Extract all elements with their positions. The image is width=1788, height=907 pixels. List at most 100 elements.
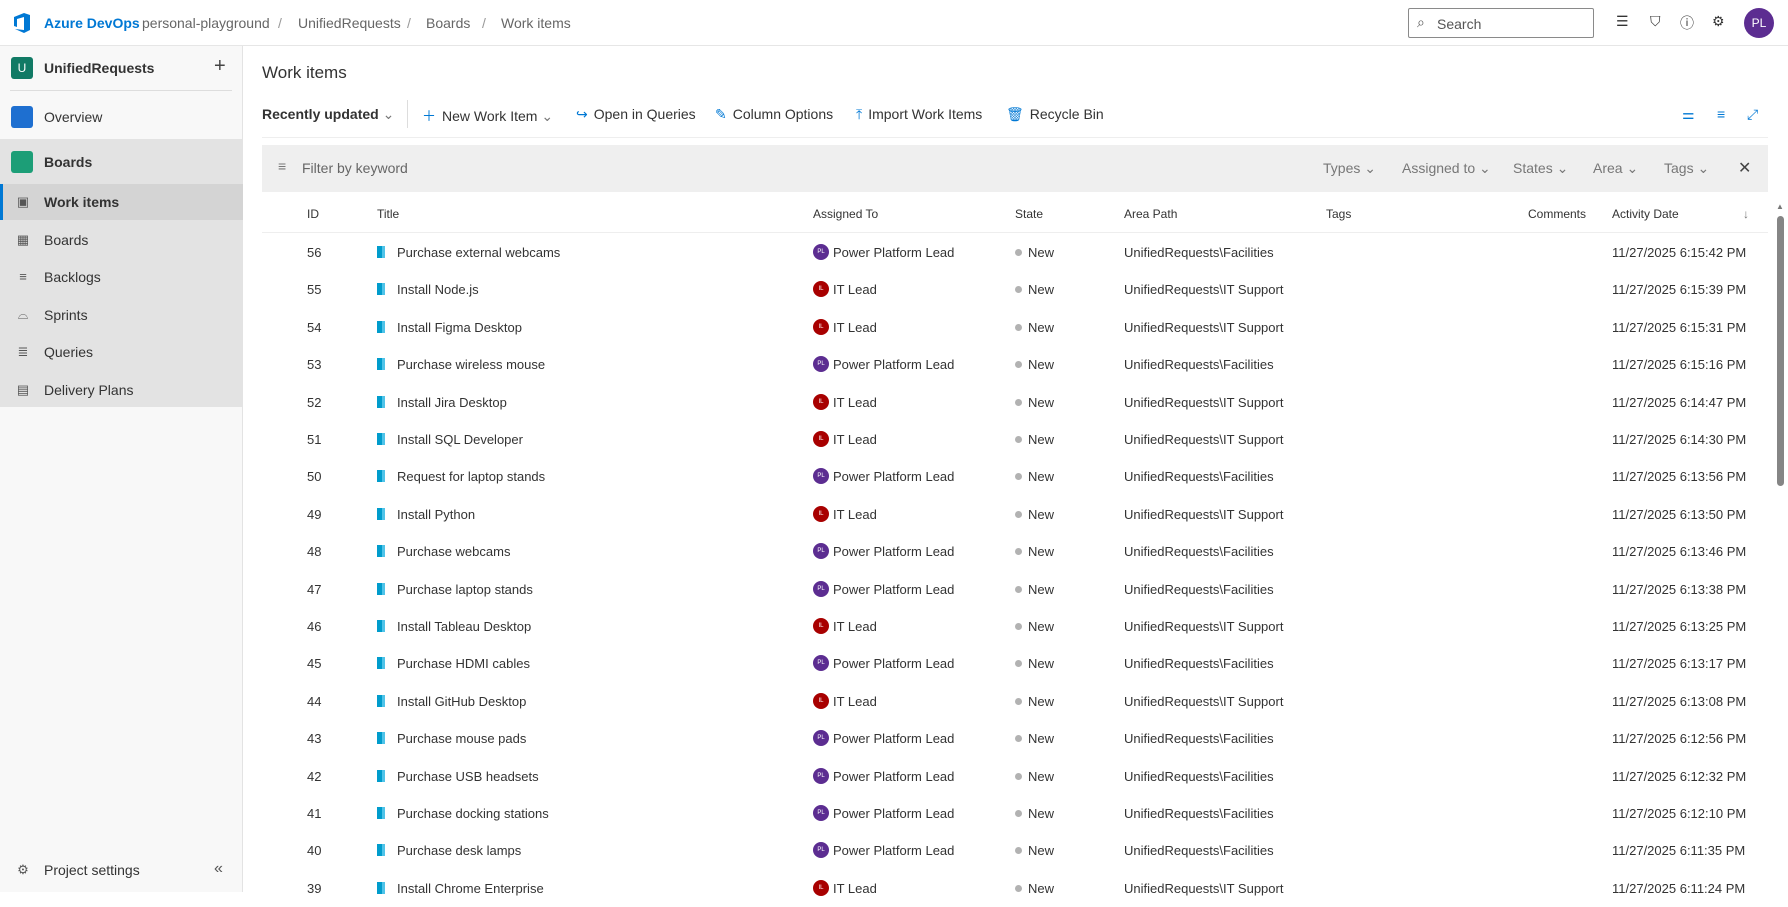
- view-selector[interactable]: Recently updated ⌄: [262, 106, 394, 123]
- cell-state: New: [1028, 394, 1055, 410]
- cell-title[interactable]: Purchase USB headsets: [397, 769, 539, 784]
- nav-label: Sprints: [44, 307, 88, 323]
- cell-title[interactable]: Install Tableau Desktop: [397, 619, 531, 634]
- table-row[interactable]: 42 Purchase USB headsets PL Power Platform …: [262, 758, 1768, 795]
- sidebar-item-queries[interactable]: ≣ Queries: [0, 334, 243, 370]
- cell-activity-date: 11/27/2025 6:11:24 PM: [1612, 880, 1746, 896]
- breadcrumb-work-items[interactable]: Work items: [501, 15, 571, 31]
- cell-title[interactable]: Install Chrome Enterprise: [397, 881, 544, 896]
- table-row[interactable]: 54 Install Figma Desktop IL IT Lead New Unifi…: [262, 309, 1768, 346]
- column-header-assigned-to[interactable]: Assigned To: [813, 207, 878, 221]
- table-row[interactable]: 43 Purchase mouse pads PL Power Platform Le…: [262, 720, 1768, 757]
- table-row[interactable]: 40 Purchase desk lamps PL Power Platform Le…: [262, 832, 1768, 869]
- sidebar-item-overview[interactable]: Overview: [0, 99, 243, 135]
- breadcrumb-boards[interactable]: Boards: [426, 15, 470, 31]
- table-row[interactable]: 41 Purchase docking stations PL Power Platf…: [262, 795, 1768, 832]
- sidebar-item-sprints[interactable]: ⌓ Sprints: [0, 297, 243, 333]
- fullscreen-icon[interactable]: ⤢: [1747, 106, 1758, 123]
- recycle-bin-button[interactable]: 🗑 Recycle Bin: [1006, 106, 1104, 123]
- table-row[interactable]: 44 Install GitHub Desktop IL IT Lead New Unif…: [262, 683, 1768, 720]
- cell-title[interactable]: Request for laptop stands: [397, 469, 545, 484]
- breadcrumb-org[interactable]: personal-playground: [142, 15, 270, 31]
- assignee-avatar: PL: [813, 805, 829, 821]
- cell-state: New: [1028, 544, 1055, 560]
- table-row[interactable]: 51 Install SQL Developer IL IT Lead New Unifi…: [262, 421, 1768, 458]
- table-row[interactable]: 39 Install Chrome Enterprise IL IT Lead New U…: [262, 870, 1768, 907]
- view-options-icon[interactable]: ⚌: [1682, 106, 1695, 123]
- types-dropdown[interactable]: Types ⌄: [1323, 160, 1376, 177]
- cell-title[interactable]: Install Jira Desktop: [397, 395, 507, 410]
- project-name[interactable]: UnifiedRequests: [44, 60, 154, 76]
- sidebar-item-work-items[interactable]: ▣ Work items: [0, 184, 243, 220]
- table-row[interactable]: 46 Install Tableau Desktop IL IT Lead New Uni…: [262, 608, 1768, 645]
- cell-title[interactable]: Purchase desk lamps: [397, 843, 521, 858]
- scroll-up-icon[interactable]: ▲: [1776, 202, 1784, 211]
- cell-title[interactable]: Purchase webcams: [397, 544, 510, 559]
- table-row[interactable]: 53 Purchase wireless mouse PL Power Platfor…: [262, 346, 1768, 383]
- cell-title[interactable]: Install GitHub Desktop: [397, 694, 526, 709]
- cell-id: 45: [307, 656, 322, 672]
- search-input[interactable]: ⌕ Search: [1408, 8, 1594, 38]
- assignee-avatar: PL: [813, 842, 829, 859]
- filter-icon[interactable]: ≡: [1717, 106, 1725, 122]
- cell-title[interactable]: Purchase wireless mouse: [397, 357, 545, 372]
- column-header-comments[interactable]: Comments: [1528, 207, 1586, 221]
- project-settings[interactable]: ⚙ Project settings «: [0, 852, 243, 888]
- table-row[interactable]: 56 Purchase external webcams PL Power Platf…: [262, 234, 1768, 271]
- table-row[interactable]: 47 Purchase laptop stands PL Power Platform…: [262, 571, 1768, 608]
- sidebar-item-backlogs[interactable]: ≡ Backlogs: [0, 259, 243, 295]
- cell-title[interactable]: Install SQL Developer: [397, 432, 523, 447]
- assigned-to-dropdown[interactable]: Assigned to ⌄: [1402, 160, 1491, 177]
- open-in-queries-button[interactable]: ↪ Open in Queries: [576, 106, 696, 123]
- cell-area-path: UnifiedRequests\Facilities: [1124, 581, 1274, 597]
- column-header-state[interactable]: State: [1015, 207, 1043, 221]
- column-header-title[interactable]: Title: [377, 207, 399, 221]
- table-row[interactable]: 52 Install Jira Desktop IL IT Lead New Unifie…: [262, 384, 1768, 421]
- trash-icon: 🗑: [1006, 106, 1024, 122]
- collapse-icon[interactable]: «: [214, 860, 223, 878]
- table-row[interactable]: 45 Purchase HDMI cables PL Power Platform L…: [262, 645, 1768, 682]
- cell-title[interactable]: Purchase laptop stands: [397, 582, 533, 597]
- sidebar-item-boards-hub[interactable]: Boards: [0, 144, 243, 180]
- cell-title[interactable]: Install Node.js: [397, 282, 479, 297]
- table-row[interactable]: 55 Install Node.js IL IT Lead New UnifiedRequ…: [262, 271, 1768, 308]
- cell-title[interactable]: Purchase mouse pads: [397, 731, 526, 746]
- column-header-tags[interactable]: Tags: [1326, 207, 1351, 221]
- user-settings-icon[interactable]: ⚙: [1712, 13, 1725, 30]
- column-header-id[interactable]: ID: [307, 207, 319, 221]
- cell-title[interactable]: Purchase docking stations: [397, 806, 549, 821]
- new-work-item-button[interactable]: ＋ New Work Item ⌄: [422, 106, 553, 126]
- table-row[interactable]: 49 Install Python IL IT Lead New UnifiedReque…: [262, 496, 1768, 533]
- tags-dropdown[interactable]: Tags ⌄: [1664, 160, 1709, 177]
- scrollbar-thumb[interactable]: [1777, 216, 1784, 486]
- task-list-icon[interactable]: ☰: [1616, 13, 1629, 30]
- import-work-items-button[interactable]: ⤒ Import Work Items: [856, 106, 982, 123]
- help-icon[interactable]: ⓘ: [1680, 13, 1694, 33]
- marketplace-bag-icon[interactable]: ⛉: [1650, 13, 1661, 30]
- column-header-area-path[interactable]: Area Path: [1124, 207, 1177, 221]
- cell-title[interactable]: Install Python: [397, 507, 475, 522]
- brand-link[interactable]: Azure DevOps: [44, 15, 140, 31]
- cell-id: 48: [307, 544, 322, 560]
- user-story-icon: [377, 807, 387, 819]
- sidebar-item-delivery-plans[interactable]: ▤ Delivery Plans: [0, 372, 243, 408]
- table-row[interactable]: 48 Purchase webcams PL Power Platform Lead N…: [262, 533, 1768, 570]
- user-avatar[interactable]: PL: [1744, 8, 1774, 38]
- column-header-activity-date[interactable]: Activity Date: [1612, 207, 1679, 221]
- cell-title[interactable]: Purchase external webcams: [397, 245, 560, 260]
- sort-descending-icon[interactable]: ↓: [1743, 207, 1749, 221]
- breadcrumb-project[interactable]: UnifiedRequests: [298, 15, 401, 31]
- cell-title[interactable]: Install Figma Desktop: [397, 320, 522, 335]
- close-icon[interactable]: ✕: [1738, 158, 1751, 178]
- states-dropdown[interactable]: States ⌄: [1513, 160, 1568, 177]
- table-row[interactable]: 50 Request for laptop stands PL Power Platf…: [262, 458, 1768, 495]
- area-dropdown[interactable]: Area ⌄: [1593, 160, 1638, 177]
- sidebar-item-boards[interactable]: ▦ Boards: [0, 222, 243, 258]
- keyword-filter-input[interactable]: Filter by keyword: [302, 160, 408, 176]
- user-story-icon: [377, 470, 387, 483]
- azure-devops-logo-icon[interactable]: [12, 12, 32, 34]
- column-options-button[interactable]: ✎ Column Options: [715, 106, 833, 123]
- cell-assigned-to: Power Platform Lead: [833, 843, 955, 859]
- add-icon[interactable]: +: [214, 55, 226, 78]
- cell-title[interactable]: Purchase HDMI cables: [397, 656, 530, 671]
